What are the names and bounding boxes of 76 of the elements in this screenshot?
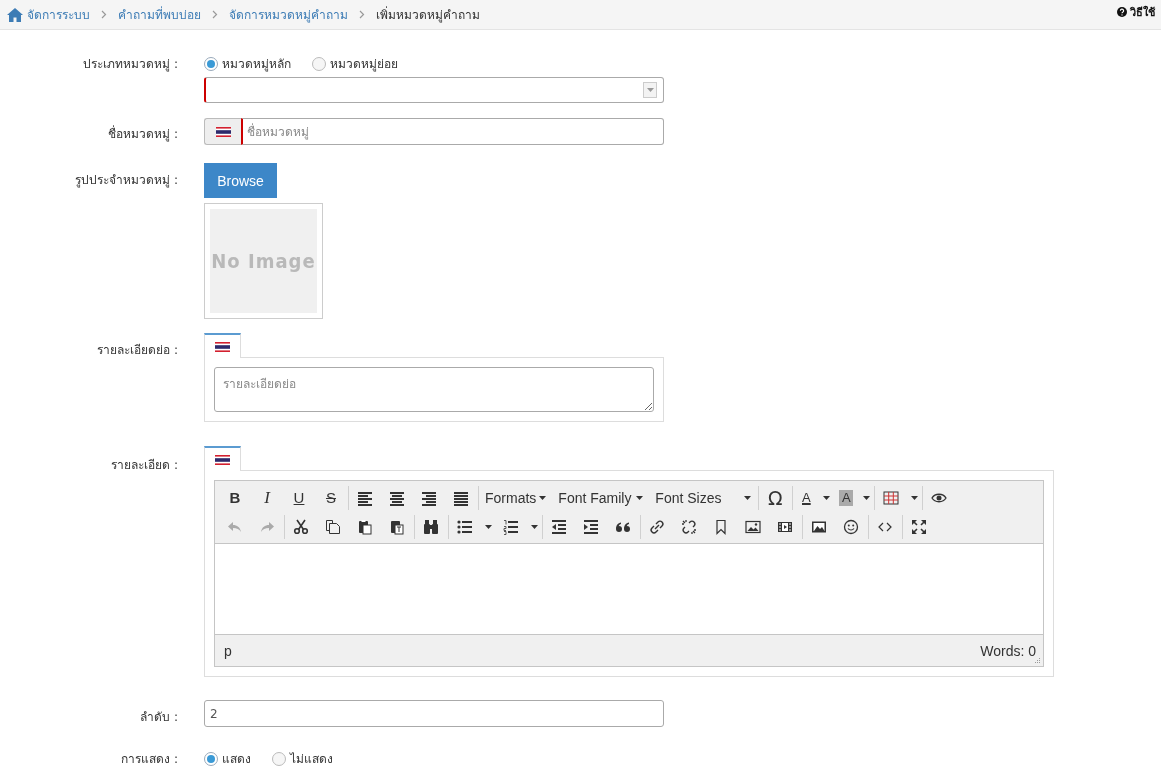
dropdown-menu[interactable]: Font Family <box>552 485 650 510</box>
dropdown-menu[interactable]: Font Sizes <box>649 485 758 510</box>
field-label: ประเภทหมวดหมู่ : <box>83 56 178 73</box>
caret-icon <box>910 495 918 500</box>
scissors-icon <box>293 518 309 535</box>
input-field[interactable]: ชื่อหมวดหมู่ <box>241 118 664 145</box>
word-count: Words: 0 <box>980 642 1036 659</box>
indent-icon <box>583 518 599 535</box>
caret-icon <box>484 524 492 529</box>
flag-icon <box>215 341 230 352</box>
field-label: ลำดับ : <box>140 709 178 726</box>
radio-button[interactable] <box>204 56 218 71</box>
text-color-button[interactable]: A <box>793 485 820 510</box>
radio-button[interactable] <box>204 751 218 766</box>
breadcrumb-link[interactable]: จัดการระบบ <box>27 5 90 24</box>
caret-icon <box>539 495 547 500</box>
breadcrumb-link[interactable]: จัดการหมวดหมู่คำถาม <box>229 5 348 24</box>
radio-label[interactable]: หมวดหมู่หลัก <box>222 54 291 73</box>
table-icon <box>883 489 900 506</box>
bullet-list-icon <box>457 518 473 535</box>
caret-icon <box>744 495 752 500</box>
align-center-icon <box>389 489 405 506</box>
flag-icon <box>215 454 230 465</box>
breadcrumb-current: เพิ่มหมวดหมู่คำถาม <box>376 5 480 24</box>
paste-text-icon <box>389 518 405 535</box>
language-tab[interactable] <box>204 333 241 358</box>
underline-button[interactable]: U <box>283 485 315 510</box>
copy-icon <box>325 518 341 535</box>
bold-button[interactable]: B <box>219 485 251 510</box>
bookmark-icon <box>713 518 729 535</box>
caret-icon <box>862 495 870 500</box>
input-field[interactable]: 2 <box>204 700 664 727</box>
align-right-icon <box>421 489 437 506</box>
binoculars-icon <box>423 518 439 535</box>
align-left-icon <box>357 489 373 506</box>
radio-label[interactable]: แสดง <box>222 749 251 768</box>
field-label: รายละเอียด : <box>111 457 178 474</box>
justify-icon <box>453 489 469 506</box>
dropdown-menu[interactable]: Formats <box>479 485 553 510</box>
caret-icon <box>646 88 654 92</box>
language-tab[interactable] <box>204 446 241 471</box>
text-area[interactable]: รายละเอียดย่อ <box>214 367 654 412</box>
flag-icon <box>215 126 231 137</box>
image-icon <box>745 518 761 535</box>
paste-icon <box>357 518 373 535</box>
chevron-icon <box>212 10 218 19</box>
link-icon <box>649 518 665 535</box>
radio-button[interactable] <box>312 56 326 71</box>
caret-icon <box>530 524 538 529</box>
element-path[interactable]: p <box>224 642 232 659</box>
help-icon[interactable] <box>1117 7 1127 17</box>
text-editor[interactable]: B I U S Formats Font Family Font Sizes Ω A A p Words: 0 <box>214 480 1044 667</box>
breadcrumb-link[interactable]: คำถามที่พบบ่อย <box>118 5 201 24</box>
chevron-icon <box>101 10 107 19</box>
field-label: การแสดง : <box>121 751 178 768</box>
field-label: ชื่อหมวดหมู่ : <box>108 124 178 143</box>
radio-label[interactable]: หมวดหมู่ย่อย <box>330 54 398 73</box>
smiley-icon <box>843 518 859 535</box>
field-label: รูปประจำหมวดหมู่ : <box>75 172 178 189</box>
strikethrough-button[interactable]: S <box>315 485 347 510</box>
select-field[interactable] <box>204 77 664 103</box>
numbered-list-icon <box>503 518 519 535</box>
caret-icon <box>636 495 644 500</box>
radio-label[interactable]: ไม่แสดง <box>290 749 333 768</box>
field-label: รายละเอียดย่อ : <box>97 342 178 359</box>
radio-button[interactable] <box>272 751 286 766</box>
browse-button[interactable]: Browse <box>204 163 277 198</box>
special-character-button[interactable]: Ω <box>759 485 792 510</box>
outdent-icon <box>551 518 567 535</box>
home-icon[interactable] <box>7 7 23 22</box>
fullscreen-icon <box>911 518 927 535</box>
help-link[interactable]: วิธีใช้ <box>1130 3 1155 21</box>
unlink-icon <box>681 518 697 535</box>
caret-icon <box>822 495 830 500</box>
italic-button[interactable]: I <box>251 485 283 510</box>
chevron-icon <box>359 10 365 19</box>
